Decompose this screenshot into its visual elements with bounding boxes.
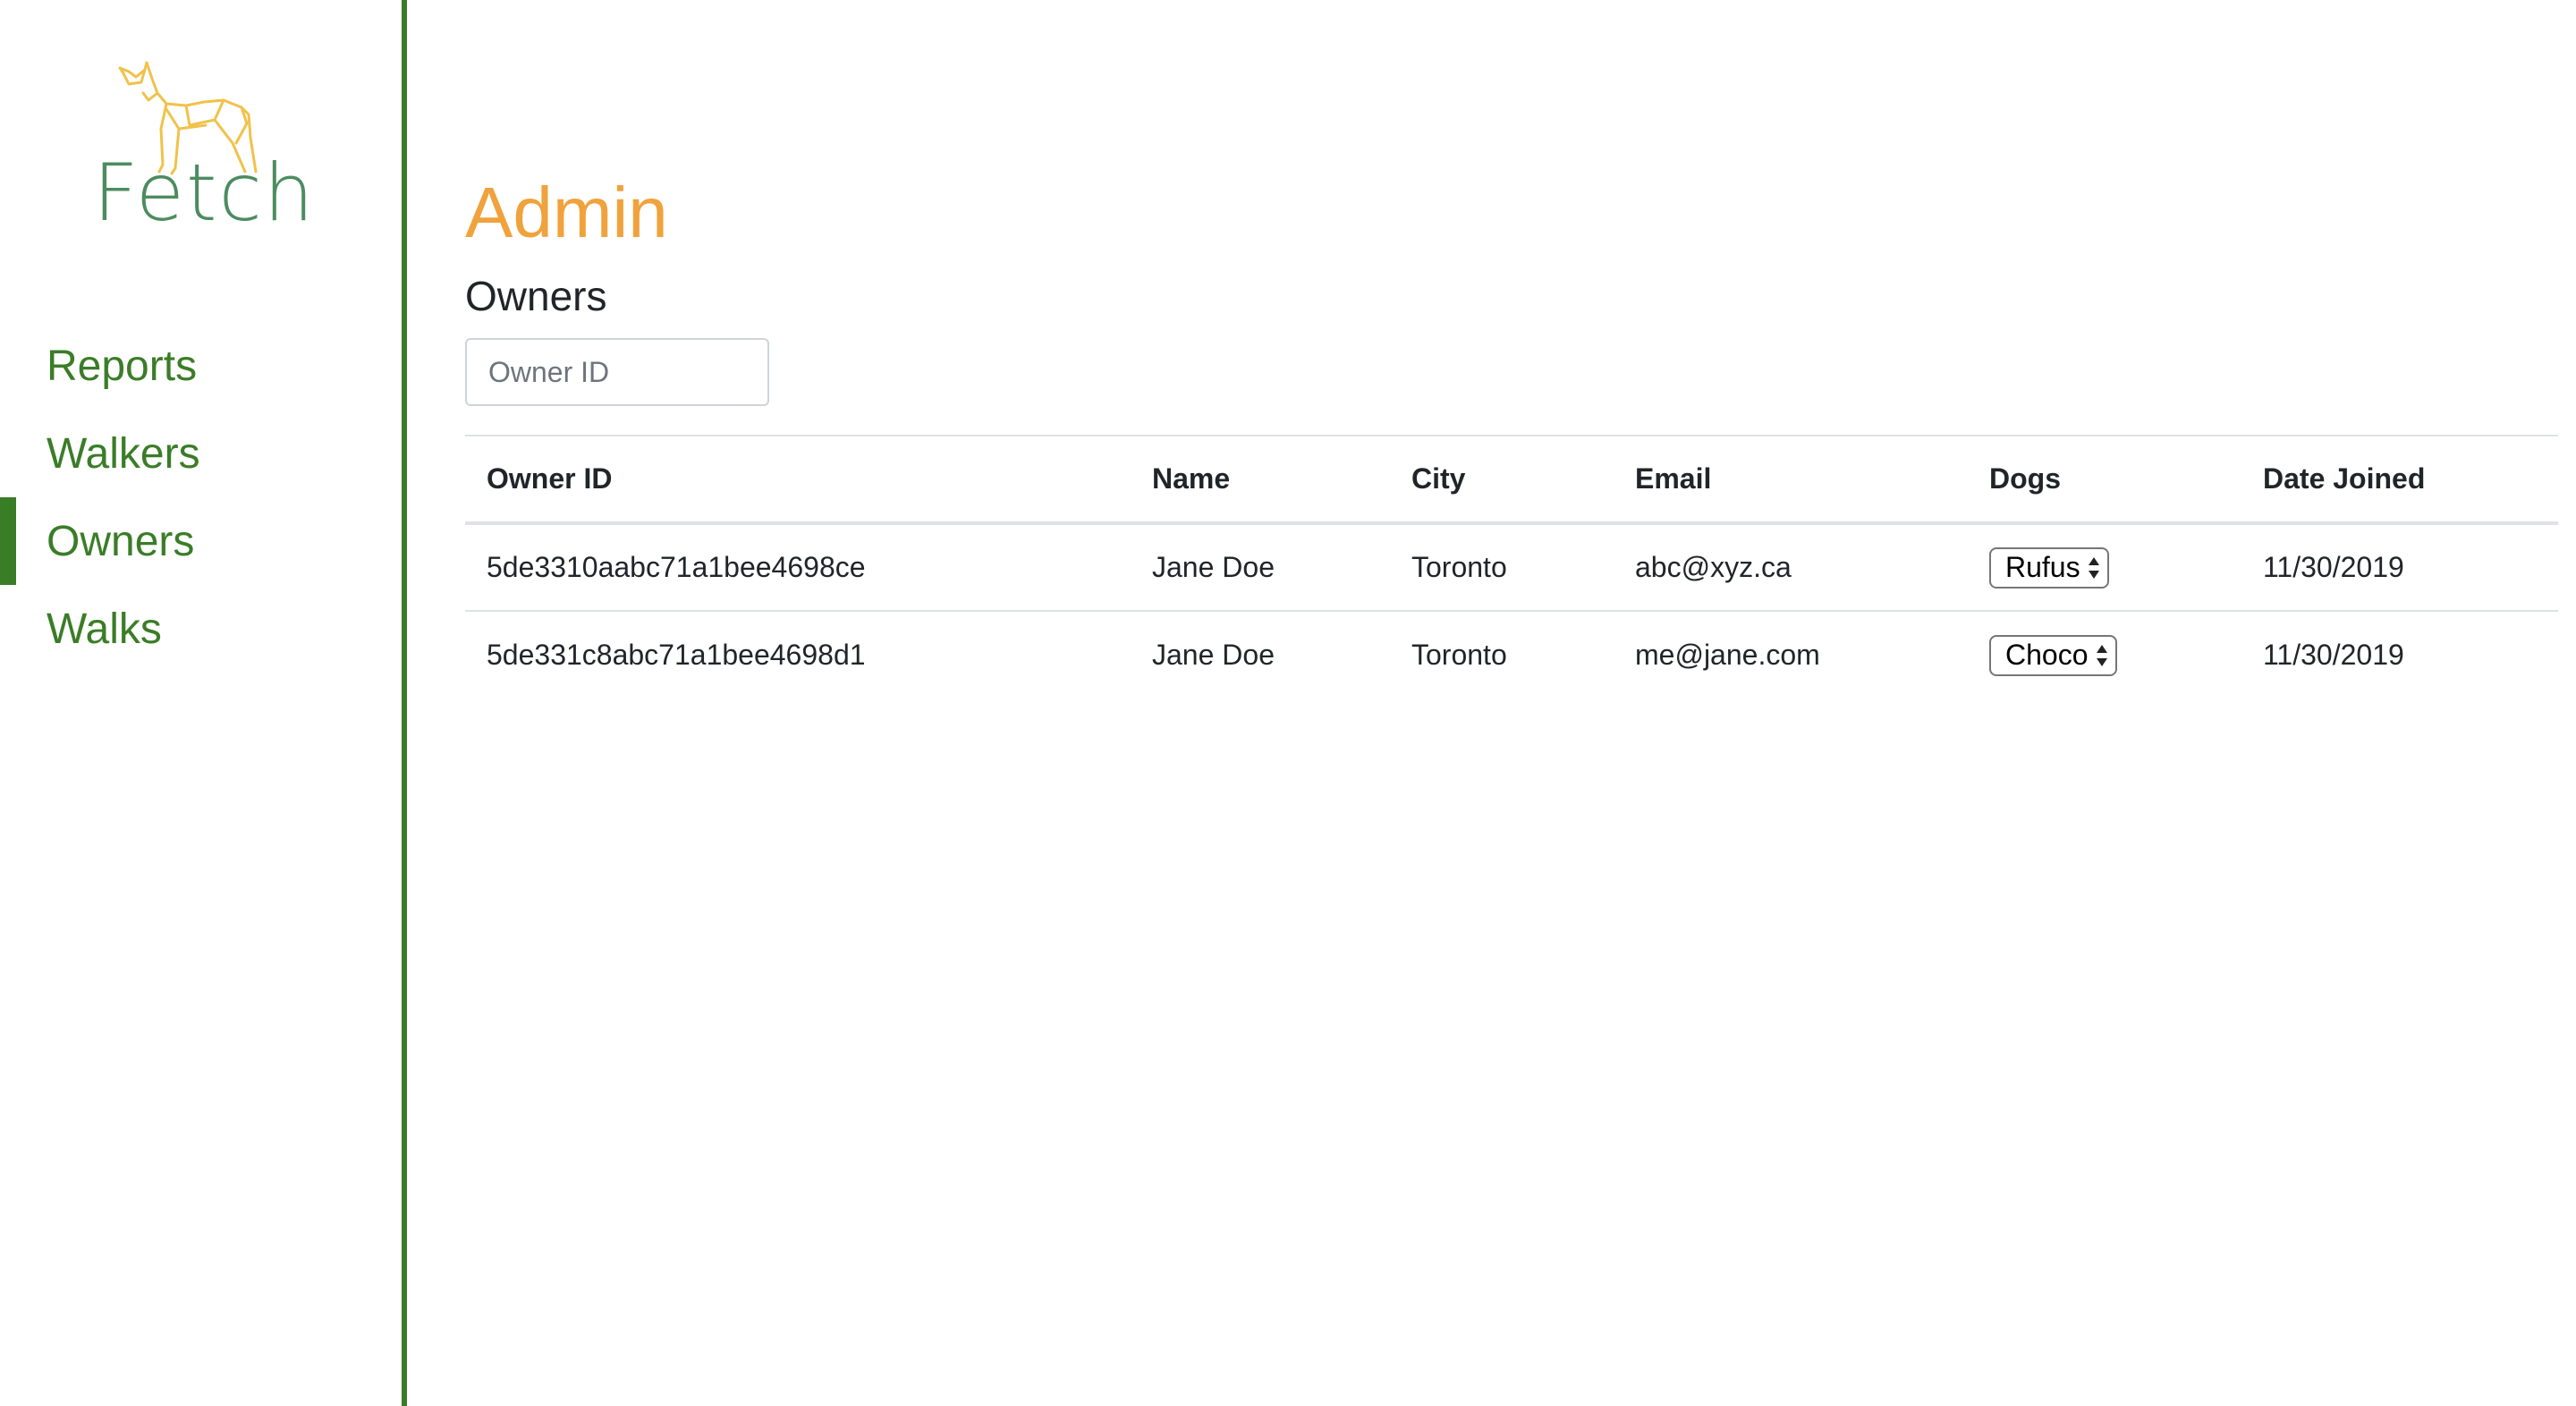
cell-name: Jane Doe: [1131, 523, 1390, 612]
cell-email: me@jane.com: [1635, 639, 1820, 671]
sidebar-item-walks[interactable]: Walks: [0, 585, 402, 673]
cell-email: abc@xyz.ca: [1614, 523, 1968, 612]
table-header: Owner ID Name City Email Dogs Date Joine…: [465, 435, 2558, 525]
app-root: Fetch Reports Walkers Owners Walks Admin…: [0, 0, 2576, 1406]
select-arrows-icon: [2088, 556, 2099, 579]
cell-owner-id: 5de331c8abc71a1bee4698d1: [487, 639, 866, 671]
sidebar-item-owners[interactable]: Owners: [0, 497, 402, 585]
owners-table: Owner ID Name City Email Dogs Date Joine…: [465, 435, 2558, 699]
table-row: 5de331c8abc71a1bee4698d1 Jane Doe Toront…: [465, 611, 2558, 699]
cell-dogs: Rufus: [1968, 523, 2241, 612]
dog-select-value: Rufus: [2005, 551, 2080, 583]
brand-name: Fetch: [93, 147, 316, 239]
owner-id-search-input[interactable]: [465, 338, 769, 406]
cell-dogs: Choco: [1968, 611, 2241, 699]
cell-name: Jane Doe: [1152, 639, 1275, 671]
column-header-city: City: [1390, 435, 1614, 525]
sidebar-nav: Reports Walkers Owners Walks: [0, 322, 402, 673]
dog-select[interactable]: Rufus: [1989, 546, 2109, 589]
sidebar: Fetch Reports Walkers Owners Walks: [0, 0, 407, 1406]
sidebar-item-reports[interactable]: Reports: [0, 322, 402, 410]
column-header-owner-id: Owner ID: [465, 435, 1131, 525]
dog-select-value: Choco: [2005, 639, 2089, 671]
column-header-name: Name: [1131, 435, 1390, 525]
table-header-row: Owner ID Name City Email Dogs Date Joine…: [465, 435, 2558, 525]
cell-owner-id: 5de3310aabc71a1bee4698ce: [465, 523, 1131, 612]
page-title: Admin: [465, 173, 668, 252]
table-body: 5de3310aabc71a1bee4698ce Jane Doe Toront…: [465, 523, 2558, 699]
section-title: Owners: [465, 273, 607, 319]
sidebar-item-walkers[interactable]: Walkers: [0, 410, 402, 497]
owners-table-container: Owner ID Name City Email Dogs Date Joine…: [465, 435, 2558, 699]
column-header-email: Email: [1614, 435, 1968, 525]
cell-city: Toronto: [1411, 639, 1507, 671]
column-header-dogs: Dogs: [1968, 435, 2241, 525]
select-arrows-icon: [2096, 644, 2107, 666]
cell-date-joined: 11/30/2019: [2263, 639, 2404, 671]
dog-select[interactable]: Choco: [1989, 634, 2117, 676]
cell-city: Toronto: [1390, 523, 1614, 612]
cell-date-joined: 11/30/2019: [2241, 523, 2558, 612]
column-header-date-joined: Date Joined: [2241, 435, 2558, 525]
table-row: 5de3310aabc71a1bee4698ce Jane Doe Toront…: [465, 523, 2558, 612]
